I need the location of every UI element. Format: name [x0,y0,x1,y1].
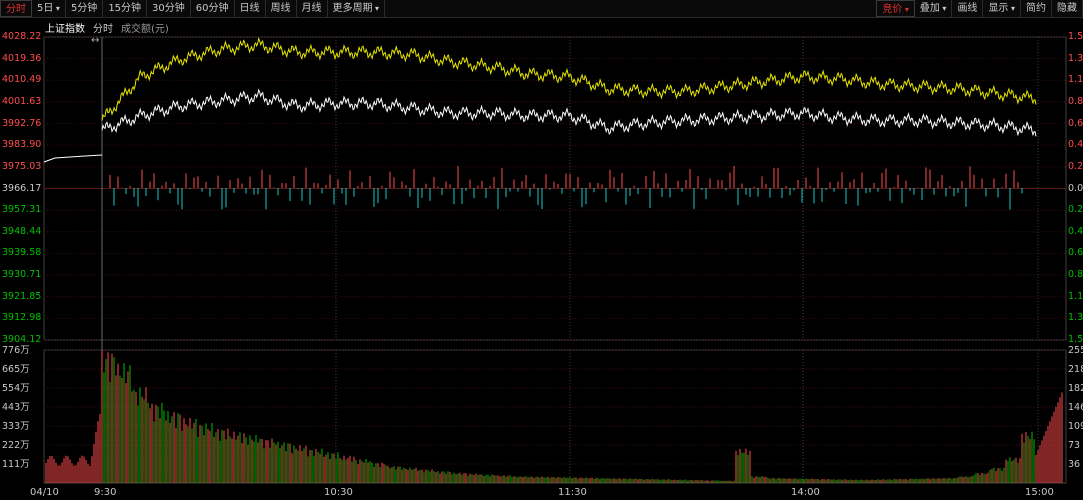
price-tick-left: 4019.36 [2,52,42,64]
volume-tick-right: 182 [1068,383,1083,394]
pct-tick-right: 0.8 [1068,95,1083,107]
price-tick-left: 3966.17 [2,182,42,194]
price-tick-left: 3983.90 [2,139,42,151]
price-chart[interactable] [0,0,1083,500]
volume-tick-right: 255 [1068,345,1083,356]
pct-tick-right: 1.1 [1068,290,1083,302]
pct-tick-right: 0.6 [1068,117,1083,129]
pct-tick-right: 0.2 [1068,160,1083,172]
time-tick: 11:30 [558,487,587,498]
volume-tick-right: 218 [1068,364,1083,375]
price-tick-left: 4028.22 [2,31,42,42]
price-tick-left: 3957.31 [2,204,42,216]
volume-tick-left: 776万 [2,345,30,356]
price-tick-left: 4010.49 [2,74,42,86]
preopen-line [43,154,103,163]
price-line [101,88,1037,137]
pct-tick-right: 1.3 [1068,52,1083,64]
volume-tick-right: 109 [1068,421,1083,432]
pct-tick-right: 1.1 [1068,74,1083,86]
price-tick-left: 3912.98 [2,312,42,324]
price-tick-left: 3992.76 [2,117,42,129]
volume-tick-left: 111万 [2,459,30,470]
price-tick-left: 3904.12 [2,334,42,345]
pct-tick-right: 1.3 [1068,312,1083,324]
pct-tick-right: 1.5 [1068,334,1083,345]
price-tick-left: 3975.03 [2,160,42,172]
pct-tick-right: 1.5 [1068,31,1083,42]
pct-tick-right: 0.4 [1068,139,1083,151]
time-tick: 15:00 [1025,487,1054,498]
volume-tick-left: 443万 [2,402,30,413]
price-tick-left: 3921.85 [2,290,42,302]
volume-tick-left: 665万 [2,364,30,375]
price-tick-left: 4001.63 [2,95,42,107]
time-tick: 10:30 [324,487,353,498]
avg-line [101,36,1037,121]
time-tick: 14:00 [791,487,820,498]
price-tick-left: 3948.44 [2,225,42,237]
volume-tick-left: 333万 [2,421,30,432]
pct-tick-right: 0.4 [1068,225,1083,237]
time-tick: 9:30 [94,487,117,498]
price-tick-left: 3930.71 [2,269,42,281]
pct-tick-right: 0.8 [1068,269,1083,281]
time-tick: 04/10 [30,487,59,498]
price-tick-left: 3939.58 [2,247,42,259]
volume-frame [43,349,1067,484]
volume-tick-right: 73 [1068,440,1081,451]
volume-tick-right: 36 [1068,459,1081,470]
pct-tick-right: 0.6 [1068,247,1083,259]
volume-tick-left: 554万 [2,383,30,394]
pct-tick-right: 0.2 [1068,204,1083,216]
pct-tick-right: 0.0 [1068,182,1083,194]
volume-tick-right: 146 [1068,402,1083,413]
volume-tick-left: 222万 [2,440,30,451]
